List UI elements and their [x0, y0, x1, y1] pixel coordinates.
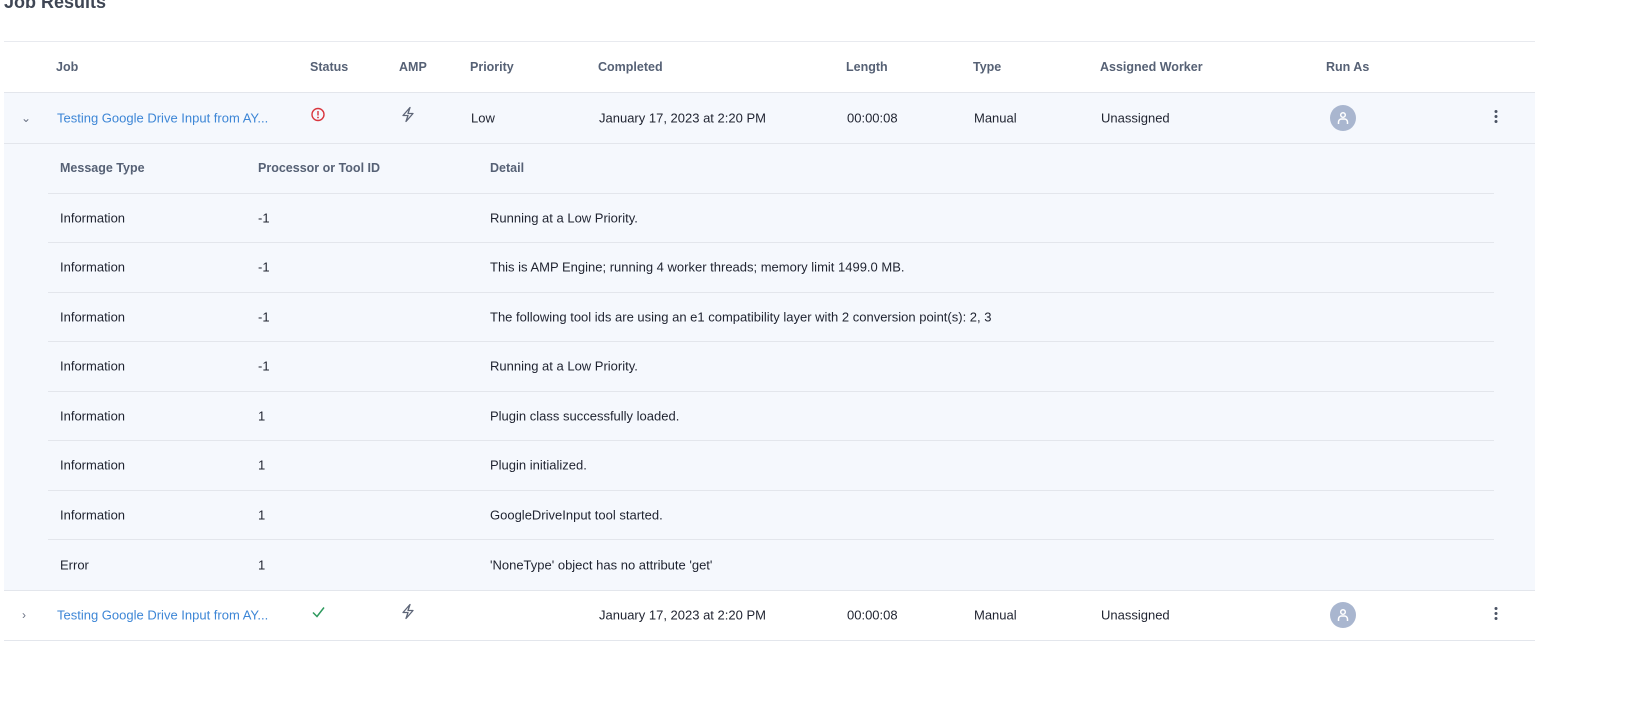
col-length[interactable]: Length [846, 60, 888, 74]
messages-header: Message Type Processor or Tool ID Detail [48, 144, 1494, 194]
message-type: Information [60, 358, 126, 374]
message-detail: The following tool ids are using an e1 c… [490, 309, 992, 325]
message-detail: Plugin initialized. [490, 457, 587, 473]
message-row: Information -1 Running at a Low Priority… [48, 194, 1494, 243]
job-name-link[interactable]: Testing Google Drive Input from AY... [57, 111, 268, 126]
job-messages-panel: Message Type Processor or Tool ID Detail… [4, 143, 1535, 590]
avatar [1330, 105, 1356, 131]
col-type[interactable]: Type [973, 60, 1001, 74]
tool-id: -1 [258, 358, 270, 374]
message-type: Information [60, 259, 126, 275]
chevron-down-icon[interactable]: ⌄ [21, 111, 31, 125]
message-row: Information 1 Plugin initialized. [48, 441, 1494, 491]
col-message-type: Message Type [60, 161, 145, 176]
user-icon [1337, 111, 1349, 124]
assigned-worker: Unassigned [1101, 110, 1170, 126]
amp-bolt-icon [401, 603, 415, 622]
assigned-worker: Unassigned [1101, 607, 1170, 623]
message-row: Information -1 The following tool ids ar… [48, 293, 1494, 342]
message-type: Information [60, 507, 126, 523]
length: 00:00:08 [847, 110, 898, 126]
tool-id: -1 [258, 259, 270, 275]
message-row: Information 1 GoogleDriveInput tool star… [48, 491, 1494, 540]
page-title: Job Results [4, 0, 107, 12]
col-run-as[interactable]: Run As [1326, 60, 1369, 74]
type: Manual [974, 607, 1017, 623]
tool-id: 1 [258, 507, 266, 523]
more-options-icon[interactable] [1494, 110, 1498, 127]
check-icon [312, 605, 325, 620]
message-detail: Running at a Low Priority. [490, 210, 638, 226]
avatar [1330, 602, 1356, 628]
col-priority[interactable]: Priority [470, 60, 514, 74]
message-type: Information [60, 408, 126, 424]
col-job[interactable]: Job [56, 60, 78, 74]
table-row[interactable]: › Testing Google Drive Input from AY... … [4, 589, 1535, 641]
tool-id: -1 [258, 210, 270, 226]
message-row: Information -1 This is AMP Engine; runni… [48, 243, 1494, 293]
completed: January 17, 2023 at 2:20 PM [599, 110, 766, 126]
type: Manual [974, 110, 1017, 126]
message-type: Information [60, 457, 126, 473]
message-detail: 'NoneType' object has no attribute 'get' [490, 557, 713, 573]
chevron-right-icon[interactable]: › [22, 608, 26, 622]
col-status[interactable]: Status [310, 60, 348, 74]
more-options-icon[interactable] [1494, 607, 1498, 624]
message-type: Information [60, 210, 126, 226]
table-header: Job Status AMP Priority Completed Length… [4, 41, 1535, 92]
tool-id: 1 [258, 408, 266, 424]
message-detail: Running at a Low Priority. [490, 358, 638, 374]
amp-bolt-icon [401, 106, 415, 125]
message-detail: This is AMP Engine; running 4 worker thr… [490, 259, 905, 275]
user-icon [1337, 608, 1349, 621]
error-icon [311, 107, 325, 124]
length: 00:00:08 [847, 607, 898, 623]
job-name-link[interactable]: Testing Google Drive Input from AY... [57, 608, 268, 623]
completed: January 17, 2023 at 2:20 PM [599, 607, 766, 623]
col-amp[interactable]: AMP [399, 60, 427, 74]
message-detail: GoogleDriveInput tool started. [490, 507, 663, 523]
tool-id: 1 [258, 457, 266, 473]
message-detail: Plugin class successfully loaded. [490, 408, 680, 424]
col-tool-id: Processor or Tool ID [258, 161, 381, 176]
message-row: Error 1 'NoneType' object has no attribu… [48, 540, 1494, 590]
job-results-table: Job Status AMP Priority Completed Length… [4, 41, 1535, 641]
message-type: Error [60, 557, 89, 573]
col-assigned-worker[interactable]: Assigned Worker [1100, 60, 1203, 74]
table-row[interactable]: ⌄ Testing Google Drive Input from AY... … [4, 92, 1535, 143]
priority: Low [471, 110, 495, 126]
tool-id: 1 [258, 557, 266, 573]
message-row: Information -1 Running at a Low Priority… [48, 342, 1494, 392]
tool-id: -1 [258, 309, 270, 325]
message-row: Information 1 Plugin class successfully … [48, 392, 1494, 441]
col-detail: Detail [490, 161, 525, 176]
col-completed[interactable]: Completed [598, 60, 663, 74]
message-type: Information [60, 309, 126, 325]
